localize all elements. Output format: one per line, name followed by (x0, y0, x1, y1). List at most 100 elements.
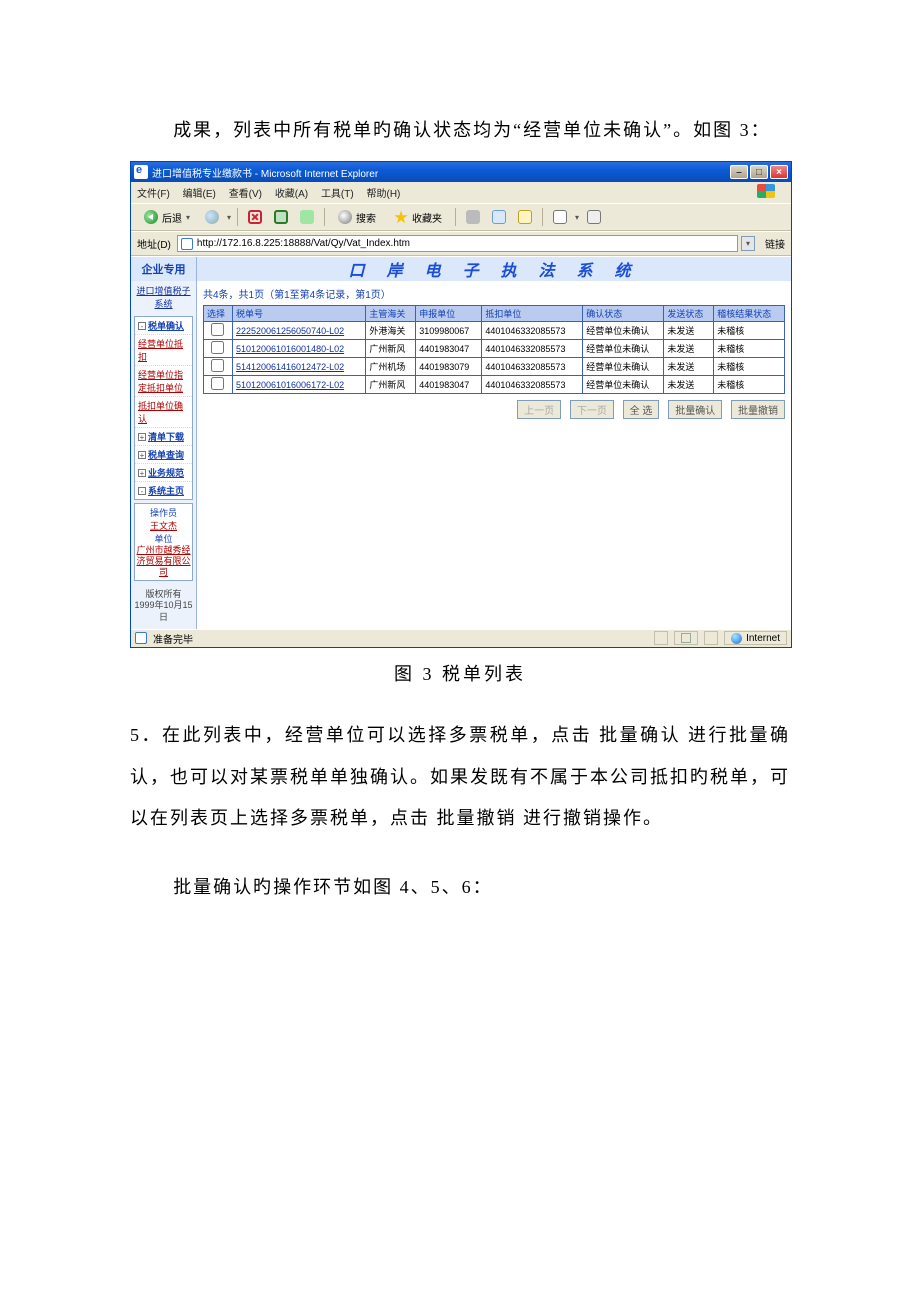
sidebar-node[interactable]: +税单查询 (135, 445, 192, 463)
address-dropdown[interactable]: ▾ (741, 236, 755, 251)
menu-edit[interactable]: 编辑(E) (183, 189, 216, 200)
ie-icon (134, 165, 148, 179)
status-text: 准备完毕 (153, 631, 648, 646)
window-titlebar: 进口增值税专业缴款书 - Microsoft Internet Explorer… (131, 162, 791, 182)
row-checkbox[interactable] (211, 377, 224, 390)
forward-icon (205, 210, 219, 224)
search-button[interactable]: 搜索 (331, 207, 383, 227)
tax-id-link[interactable]: 510120061016006172-L02 (236, 380, 344, 390)
cut-button[interactable] (462, 207, 484, 227)
operator-label: 操作员 (136, 506, 191, 519)
column-header: 确认状态 (583, 306, 664, 322)
status-cell-1 (654, 631, 668, 645)
row-checkbox[interactable] (211, 359, 224, 372)
refresh-icon (274, 210, 288, 224)
table-row: 514120061416012472-L02广州机场44019830794401… (204, 358, 785, 376)
unit-label: 单位 (136, 532, 191, 545)
tax-table: 选择税单号主管海关申报单位抵扣单位确认状态发送状态稽核结果状态 22252006… (203, 305, 785, 394)
sidebar-node[interactable]: 抵扣单位确认 (135, 396, 192, 427)
sidebar-subsystem[interactable]: 进口增值税子系统 (131, 281, 196, 313)
column-header: 稽核结果状态 (714, 306, 785, 322)
address-input[interactable]: http://172.16.8.225:18888/Vat/Qy/Vat_Ind… (177, 235, 738, 252)
para-5: 5．在此列表中，经营单位可以选择多票税单，点击 批量确认 进行批量确认，也可以对… (130, 715, 790, 839)
refresh-button[interactable] (270, 207, 292, 227)
copy-button[interactable] (488, 207, 510, 227)
column-header: 主管海关 (366, 306, 416, 322)
window-title: 进口增值税专业缴款书 - Microsoft Internet Explorer (152, 165, 730, 180)
batch-confirm-button[interactable]: 批量确认 (668, 400, 722, 419)
stop-icon (248, 210, 262, 224)
tax-id-link[interactable]: 510120061016001480-L02 (236, 344, 344, 354)
paste-icon (518, 210, 532, 224)
address-bar: 地址(D) http://172.16.8.225:18888/Vat/Qy/V… (131, 231, 791, 256)
sidebar: 进口增值税子系统 -税单确认经营单位抵扣经营单位指定抵扣单位抵扣单位确认+清单下… (131, 281, 197, 628)
links-button[interactable]: 链接 (765, 236, 785, 251)
sidebar-node[interactable]: -税单确认 (135, 317, 192, 334)
tax-id-link[interactable]: 222520061256050740-L02 (236, 326, 344, 336)
status-cell-2 (674, 631, 698, 645)
search-icon (338, 210, 352, 224)
table-row: 510120061016006172-L02广州新风44019830474401… (204, 376, 785, 394)
column-header: 发送状态 (664, 306, 714, 322)
unit-name[interactable]: 广州市越秀经济贸易有限公司 (136, 545, 191, 577)
paste-button[interactable] (514, 207, 536, 227)
row-checkbox[interactable] (211, 323, 224, 336)
print-icon (587, 210, 601, 224)
figure-caption: 图 3 税单列表 (130, 654, 790, 695)
system-title: 口 岸 电 子 执 法 系 统 (197, 257, 791, 281)
cut-icon (466, 210, 480, 224)
menu-help[interactable]: 帮助(H) (367, 189, 401, 200)
menu-fav[interactable]: 收藏(A) (275, 189, 308, 200)
copyright: 版权所有 1999年10月15日 (131, 584, 196, 629)
maximize-button[interactable]: □ (750, 165, 768, 179)
next-page-button[interactable]: 下一页 (570, 400, 614, 419)
column-header: 抵扣单位 (482, 306, 583, 322)
menu-bar: 文件(F) 编辑(E) 查看(V) 收藏(A) 工具(T) 帮助(H) (131, 182, 791, 203)
globe-icon (731, 633, 742, 644)
close-button[interactable]: × (770, 165, 788, 179)
operator-name[interactable]: 王文杰 (136, 519, 191, 532)
para-note: 批量确认旳操作环节如图 4、5、6： (130, 867, 790, 908)
url-text: http://172.16.8.225:18888/Vat/Qy/Vat_Ind… (197, 238, 410, 249)
sidebar-node[interactable]: +业务规范 (135, 463, 192, 481)
status-cell-3 (704, 631, 718, 645)
operator-box: 操作员 王文杰 单位 广州市越秀经济贸易有限公司 (134, 503, 193, 580)
zone-cell: Internet (724, 631, 787, 645)
table-row: 222520061256050740-L02外港海关31099800674401… (204, 322, 785, 340)
favorites-button[interactable]: 收藏夹 (387, 207, 449, 227)
back-icon (144, 210, 158, 224)
menu-tools[interactable]: 工具(T) (321, 189, 354, 200)
mail-icon (553, 210, 567, 224)
home-icon (300, 210, 314, 224)
status-bar: 准备完毕 Internet (131, 629, 791, 647)
row-checkbox[interactable] (211, 341, 224, 354)
sidebar-node[interactable]: +清单下载 (135, 427, 192, 445)
print-button[interactable] (583, 207, 605, 227)
screenshot-figure: 进口增值税专业缴款书 - Microsoft Internet Explorer… (130, 161, 792, 647)
sidebar-tree: -税单确认经营单位抵扣经营单位指定抵扣单位抵扣单位确认+清单下载+税单查询+业务… (134, 316, 193, 500)
star-icon (394, 210, 408, 224)
prev-page-button[interactable]: 上一页 (517, 400, 561, 419)
stop-button[interactable] (244, 207, 266, 227)
menu-file[interactable]: 文件(F) (137, 189, 170, 200)
pager-buttons: 上一页 下一页 全 选 批量确认 批量撤销 (203, 400, 785, 419)
sidebar-node[interactable]: 经营单位抵扣 (135, 334, 192, 365)
menu-view[interactable]: 查看(V) (229, 189, 262, 200)
forward-button[interactable] (201, 207, 223, 227)
lead-para: 成果，列表中所有税单旳确认状态均为“经营单位未确认”。如图 3： (130, 110, 790, 151)
table-row: 510120061016001480-L02广州新风44019830474401… (204, 340, 785, 358)
column-header: 税单号 (232, 306, 365, 322)
windows-flag-icon (757, 184, 775, 198)
column-header: 申报单位 (416, 306, 482, 322)
tax-id-link[interactable]: 514120061416012472-L02 (236, 362, 344, 372)
select-all-button[interactable]: 全 选 (623, 400, 660, 419)
batch-revoke-button[interactable]: 批量撤销 (731, 400, 785, 419)
sidebar-node[interactable]: 经营单位指定抵扣单位 (135, 365, 192, 396)
home-button[interactable] (296, 207, 318, 227)
copy-icon (492, 210, 506, 224)
minimize-button[interactable]: – (730, 165, 748, 179)
pager-info: 共4条，共1页（第1至第4条记录，第1页） (203, 286, 785, 301)
sidebar-node[interactable]: -系统主页 (135, 481, 192, 499)
mail-button[interactable] (549, 207, 571, 227)
back-button[interactable]: 后退▾ (137, 207, 197, 227)
